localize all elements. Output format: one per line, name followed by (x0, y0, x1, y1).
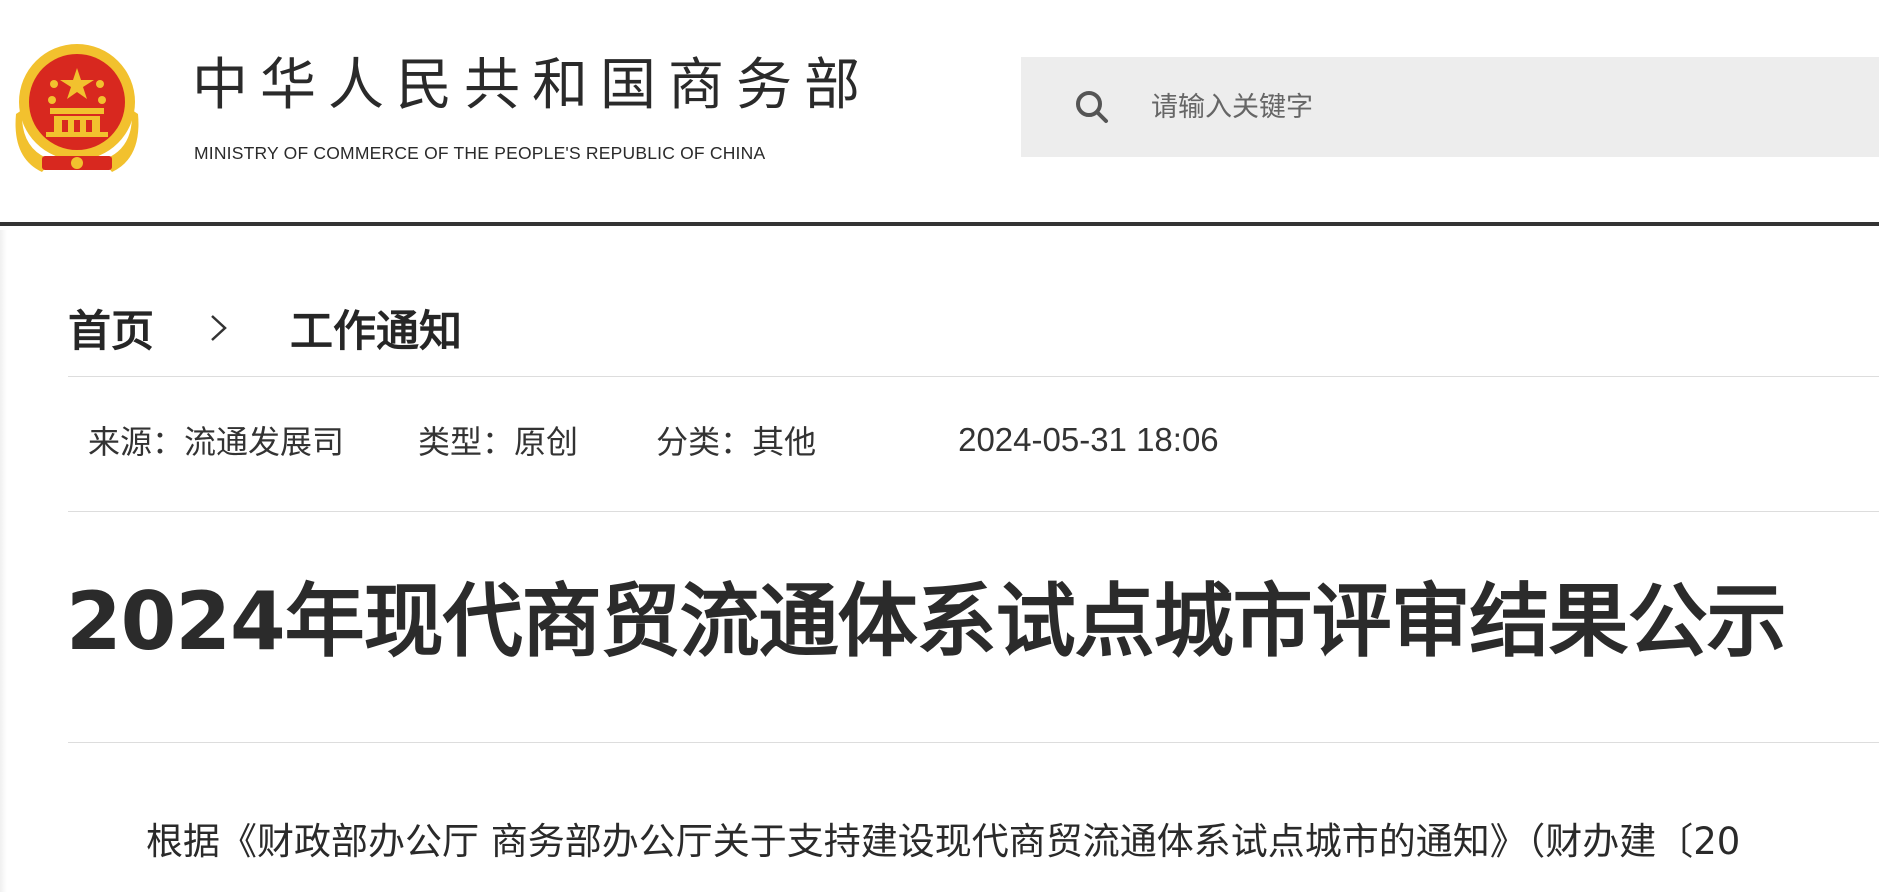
meta-source-value: 流通发展司 (184, 423, 345, 461)
search-icon[interactable] (1071, 86, 1113, 128)
site-header: 中华人民共和国商务部 MINISTRY OF COMMERCE OF THE P… (0, 0, 1879, 226)
meta-category-label: 分类： (656, 423, 753, 461)
meta-source-label: 来源： (88, 423, 185, 461)
meta-type: 类型：原创 (418, 417, 578, 463)
meta-category-value: 其他 (752, 423, 817, 461)
article-title: 2024年现代商贸流通体系试点城市评审结果公示 (66, 575, 1787, 668)
chevron-right-icon (211, 315, 227, 341)
site-title-cn[interactable]: 中华人民共和国商务部 (192, 58, 872, 114)
meta-date: 2024-05-31 18:06 (958, 421, 1219, 458)
meta-type-value: 原创 (514, 423, 579, 461)
site-title-en[interactable]: MINISTRY OF COMMERCE OF THE PEOPLE'S REP… (194, 143, 765, 164)
meta-category: 分类：其他 (656, 417, 816, 463)
article-body-paragraph: 根据《财政部办公厅 商务部办公厅关于支持建设现代商贸流通体系试点城市的通知》（财… (146, 820, 1741, 863)
meta-type-label: 类型： (418, 423, 515, 461)
breadcrumb-home-link[interactable]: 首页 (68, 297, 154, 359)
article-meta: 来源：流通发展司 类型：原创 分类：其他 2024-05-31 18:06 (88, 418, 1219, 462)
meta-divider (68, 511, 1879, 512)
breadcrumb-divider (68, 376, 1879, 377)
content-edge-shadow (0, 230, 7, 892)
breadcrumb: 首页 工作通知 (68, 298, 462, 358)
meta-source: 来源：流通发展司 (88, 417, 344, 463)
breadcrumb-current-link[interactable]: 工作通知 (290, 297, 462, 359)
national-emblem-icon[interactable] (12, 40, 142, 180)
title-divider (68, 742, 1879, 743)
search-bar (1021, 57, 1879, 157)
search-input[interactable] (1151, 91, 1651, 123)
